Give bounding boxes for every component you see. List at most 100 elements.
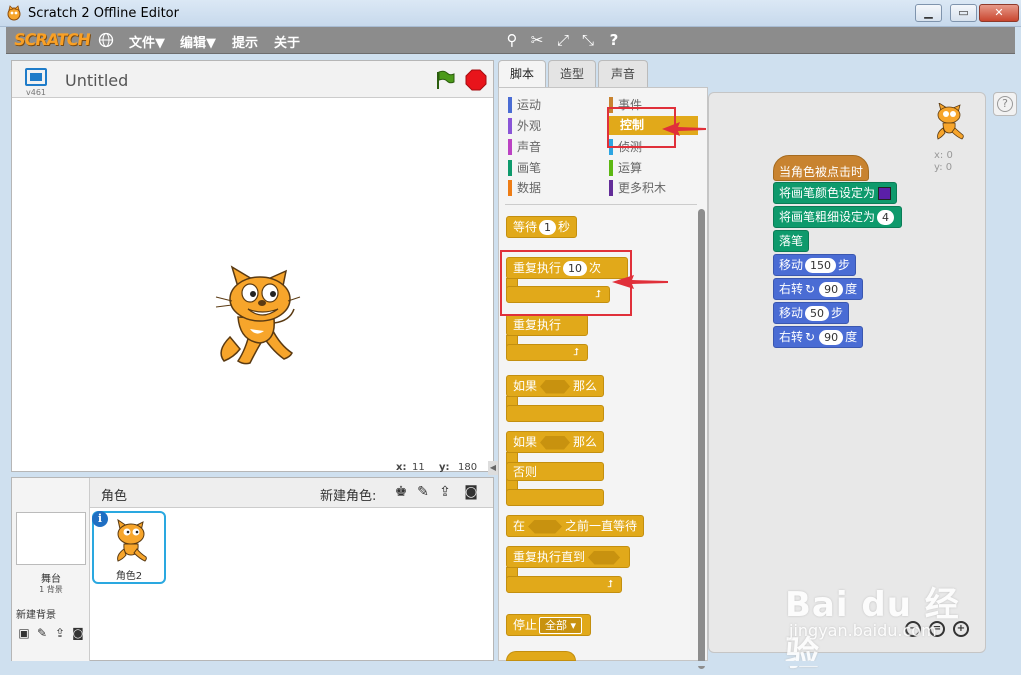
turn-degrees-input[interactable]: 90 <box>819 330 844 345</box>
paint-backdrop-icon[interactable]: ✎ <box>34 625 50 641</box>
question-icon: ? <box>997 96 1013 112</box>
script-block-text: 右转 <box>779 330 804 344</box>
script-block-move-150[interactable]: 移动 150 步 <box>773 254 857 276</box>
block-if-else[interactable]: 如果 那么 <box>506 431 605 453</box>
close-icon[interactable]: ✕ <box>979 4 1019 22</box>
choose-backdrop-icon[interactable]: ▣ <box>16 625 32 641</box>
block-wait-input[interactable]: 1 <box>539 220 557 235</box>
category-sound[interactable]: 声音 <box>508 138 541 156</box>
stage-selector[interactable]: 舞台 1 背景 新建背景 ▣ ✎ ⇪ ◙ <box>12 508 90 661</box>
sprite-name: 角色2 <box>115 571 143 582</box>
menu-edit[interactable]: 编辑▼ <box>180 32 216 51</box>
category-operators[interactable]: 运算 <box>609 159 642 177</box>
scratch-logo[interactable]: SCRATCH <box>13 30 91 49</box>
presentation-mode-icon[interactable] <box>25 68 47 86</box>
upload-sprite-icon[interactable]: ⇪ <box>436 483 454 501</box>
help-icon[interactable]: ? <box>603 30 625 50</box>
coord-y-label: y: <box>439 462 450 473</box>
block-wait-until[interactable]: 在 之前一直等待 <box>506 515 645 537</box>
sprite-y-readout: y: 0 <box>934 162 953 173</box>
tab-sounds[interactable]: 声音 <box>598 60 648 88</box>
block-stop[interactable]: 停止 全部 ▾ <box>506 614 592 636</box>
script-block-turn-right-2[interactable]: 右转 ↻ 90 度 <box>773 326 864 348</box>
backdrop-count: 1 背景 <box>39 585 63 594</box>
window-titlebar: Scratch 2 Offline Editor ▁ ▭ ✕ <box>0 0 1021 27</box>
block-if-condition-slot[interactable] <box>540 379 571 394</box>
delete-icon[interactable]: ✂ <box>526 30 548 50</box>
stage-name: 舞台 <box>41 574 61 585</box>
category-more-blocks[interactable]: 更多积木 <box>609 179 666 197</box>
script-block-suffix: 步 <box>838 258 851 272</box>
camera-backdrop-icon[interactable]: ◙ <box>70 625 86 641</box>
block-if-then[interactable]: 如果 那么 <box>506 375 605 397</box>
category-motion[interactable]: 运动 <box>508 96 541 114</box>
block-wait[interactable]: 等待 1 秒 <box>506 216 578 238</box>
block-repeat-until[interactable]: 重复执行直到 <box>506 546 631 568</box>
block-wait-until-label: 在 <box>513 519 526 533</box>
maximize-icon[interactable]: ▭ <box>950 4 977 22</box>
paint-new-sprite-icon[interactable]: ✎ <box>414 483 432 501</box>
scratch-cat-sprite[interactable] <box>210 265 302 367</box>
collapse-stage-icon[interactable]: ◀ <box>488 461 498 475</box>
menu-about[interactable]: 关于 <box>274 32 300 51</box>
block-partial-hat[interactable] <box>506 651 576 661</box>
sprite-tile[interactable]: i 角色2 <box>92 511 166 584</box>
mouse-coordinates: x: 11 y: 180 <box>11 461 494 476</box>
grow-icon[interactable]: ⤢ <box>552 30 574 50</box>
script-block-set-pen-color[interactable]: 将画笔颜色设定为 <box>773 182 898 204</box>
menu-file[interactable]: 文件▼ <box>129 32 165 51</box>
category-looks[interactable]: 外观 <box>508 117 541 135</box>
block-else-label: 否则 <box>513 465 538 479</box>
script-block-set-pen-size[interactable]: 将画笔粗细设定为 4 <box>773 206 903 228</box>
stop-sign-icon[interactable] <box>465 69 487 91</box>
script-block-move-50[interactable]: 移动 50 步 <box>773 302 850 324</box>
camera-icon[interactable]: ◙ <box>462 483 480 501</box>
block-repeat-until-label: 重复执行直到 <box>513 550 586 564</box>
turn-degrees-input[interactable]: 90 <box>819 282 844 297</box>
block-repeat-until-foot: ⮥ <box>506 576 622 593</box>
sprite-info-icon[interactable]: i <box>92 511 108 527</box>
script-block-when-clicked[interactable]: 当角色被点击时 <box>773 155 870 181</box>
pen-size-input[interactable]: 4 <box>877 210 895 225</box>
duplicate-icon[interactable]: ⚲ <box>501 30 523 50</box>
shrink-icon[interactable]: ⤡ <box>577 30 599 50</box>
move-steps-input[interactable]: 150 <box>805 258 837 273</box>
minimize-icon[interactable]: ▁ <box>915 4 942 22</box>
globe-icon[interactable] <box>95 30 117 50</box>
block-ifelse-condition-slot[interactable] <box>540 435 571 450</box>
loop-arrow-icon: ⮥ <box>607 579 613 590</box>
category-data[interactable]: 数据 <box>508 179 541 197</box>
project-title[interactable]: Untitled <box>65 71 128 90</box>
pen-color-swatch[interactable] <box>878 187 892 200</box>
stage-canvas[interactable] <box>12 99 493 459</box>
block-wait-until-slot[interactable] <box>528 519 563 534</box>
sprite-panel-header: 角色 新建角色: ♚ ✎ ⇪ ◙ <box>12 478 493 508</box>
stage-thumbnail[interactable] <box>16 512 86 565</box>
palette-divider <box>505 204 697 205</box>
menu-bar: SCRATCH 文件▼ 编辑▼ 提示 关于 ⚲ ✂ ⤢ ⤡ ? <box>6 27 1015 54</box>
menu-tips[interactable]: 提示 <box>232 32 258 51</box>
block-stop-dropdown[interactable]: 全部 ▾ <box>539 617 583 634</box>
move-steps-input[interactable]: 50 <box>805 306 830 321</box>
upload-backdrop-icon[interactable]: ⇪ <box>52 625 68 641</box>
block-if-label: 如果 <box>513 379 538 393</box>
block-forever[interactable]: 重复执行 <box>506 314 588 336</box>
script-block-pen-down[interactable]: 落笔 <box>773 230 810 252</box>
new-sprite-label: 新建角色: <box>320 489 377 504</box>
annotation-arrow-repeat <box>612 275 668 289</box>
block-then-label: 那么 <box>573 379 598 393</box>
help-tips-button[interactable]: ? <box>993 92 1017 116</box>
tab-costumes[interactable]: 造型 <box>548 60 596 88</box>
cat-thumbnail <box>117 519 147 562</box>
sprites-label: 角色 <box>101 489 128 504</box>
coord-x-value: 11 <box>412 462 425 473</box>
block-else-row: 否则 <box>506 462 604 481</box>
choose-sprite-icon[interactable]: ♚ <box>392 483 410 501</box>
tab-scripts[interactable]: 脚本 <box>498 60 546 89</box>
category-pen[interactable]: 画笔 <box>508 159 541 177</box>
block-ifelse-label: 如果 <box>513 435 538 449</box>
script-block-turn-right-1[interactable]: 右转 ↻ 90 度 <box>773 278 864 300</box>
block-repeat-until-slot[interactable] <box>588 550 621 565</box>
palette-scrollbar[interactable] <box>698 209 705 669</box>
green-flag-icon[interactable] <box>433 69 455 91</box>
